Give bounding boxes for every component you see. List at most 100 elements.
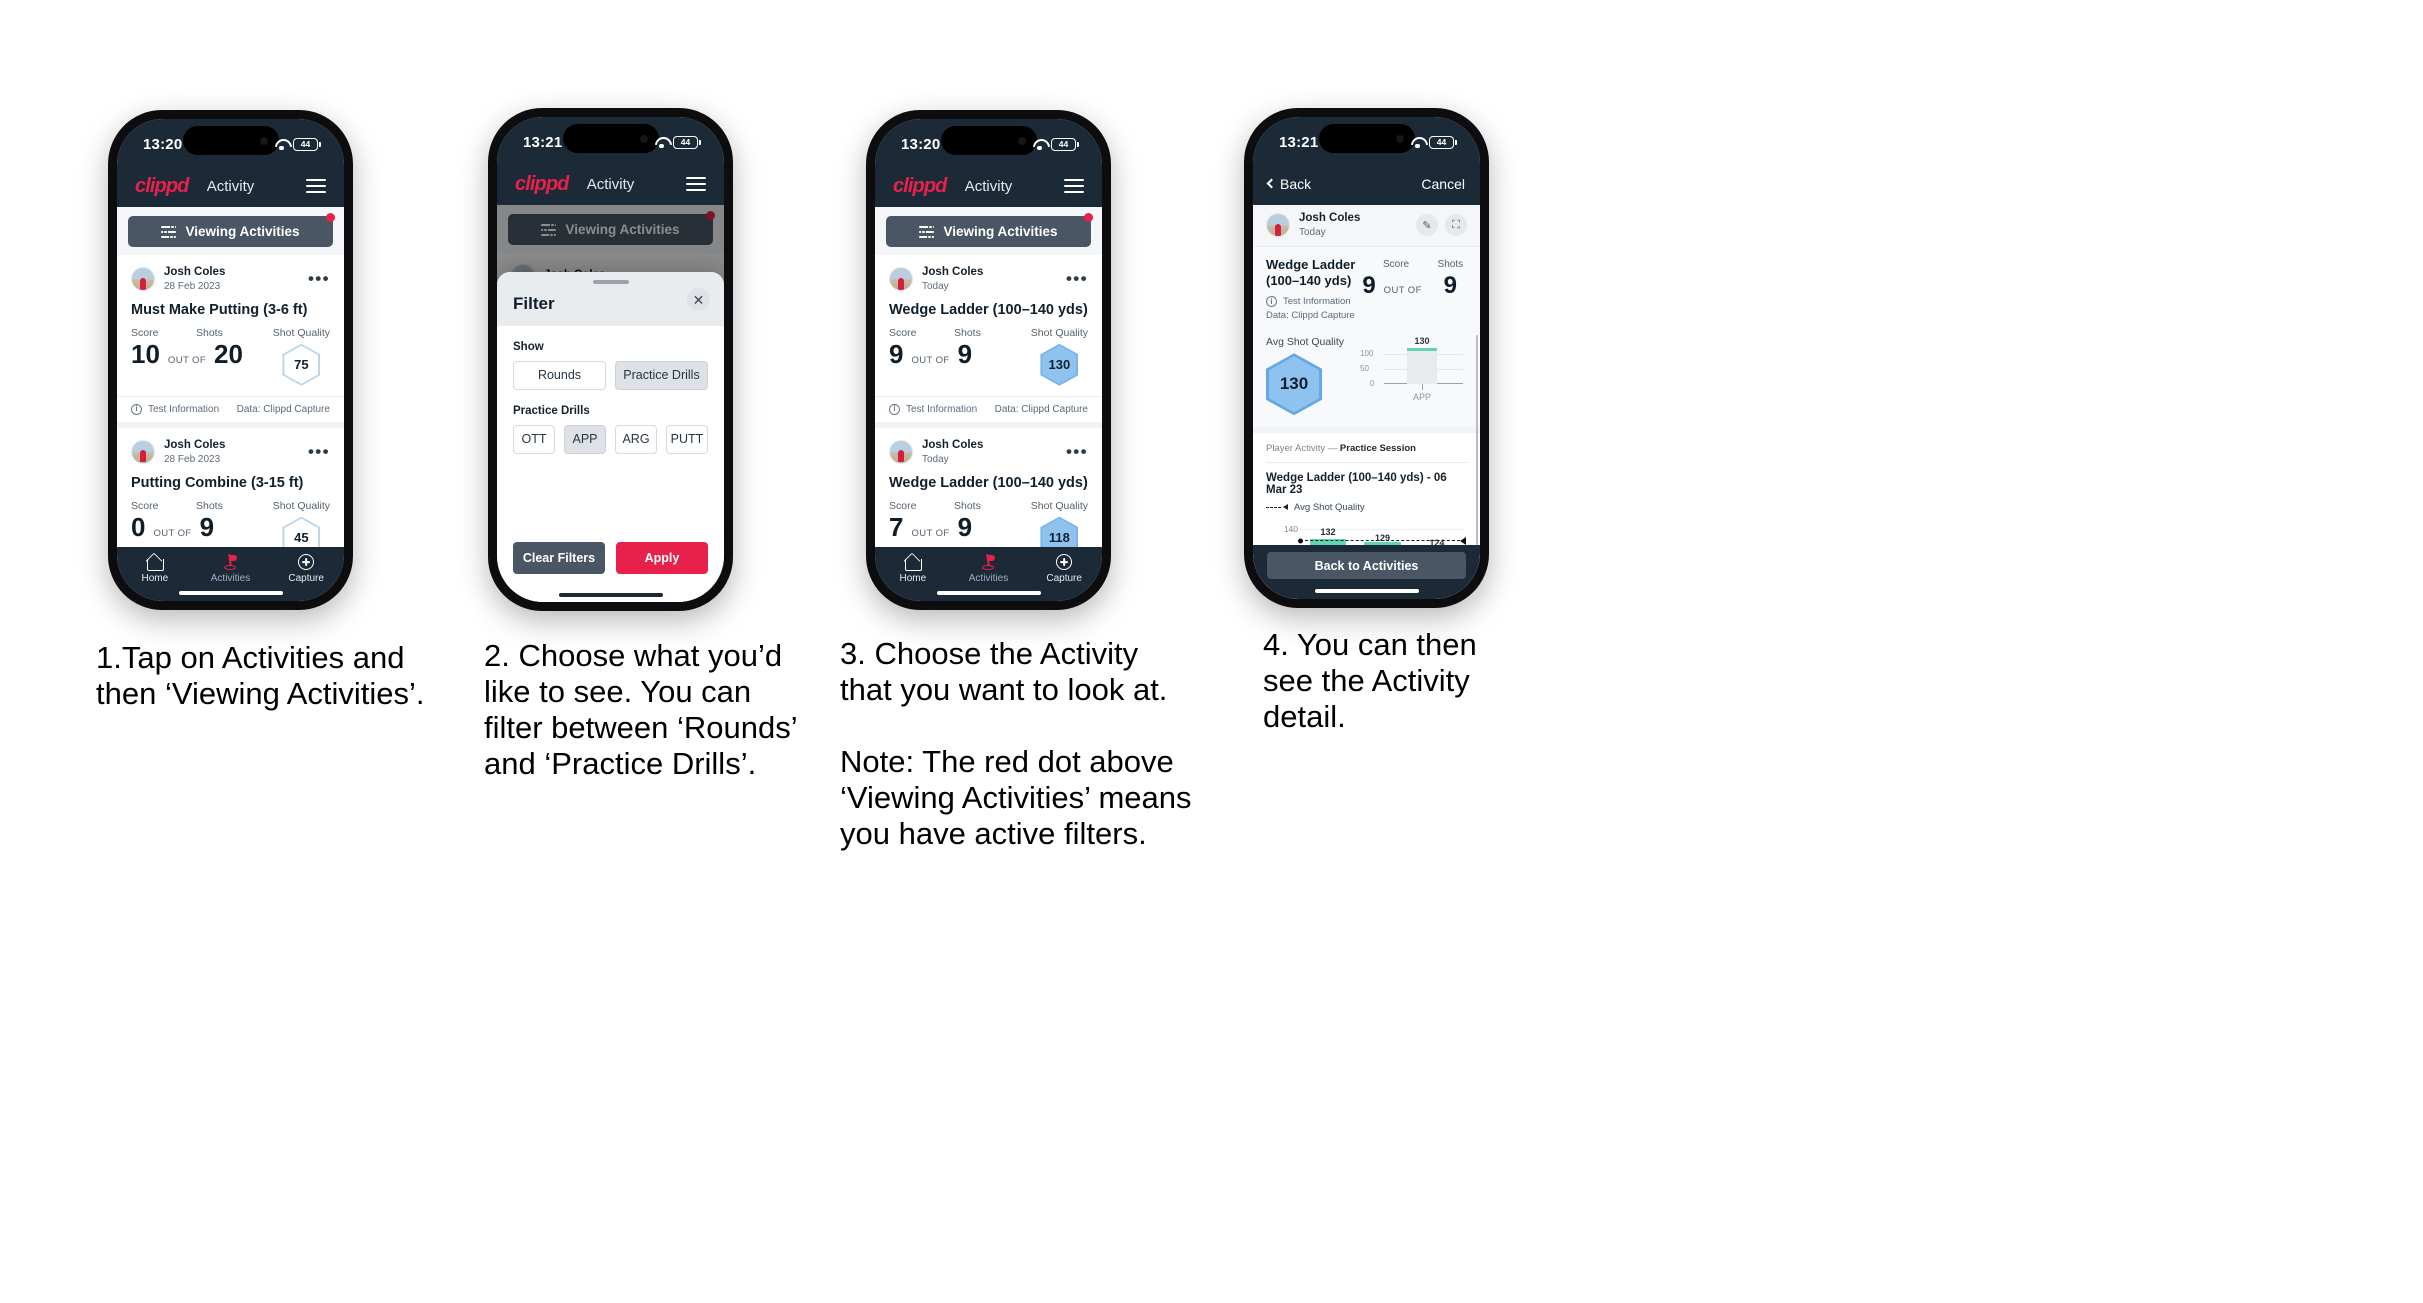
practice-drills-section-label: Practice Drills — [513, 404, 590, 417]
pencil-icon[interactable]: ✎ — [1416, 214, 1438, 237]
cancel-button[interactable]: Cancel — [1421, 176, 1465, 192]
activity-date: Today — [1299, 226, 1326, 238]
caption-step-4: 4. You can then see the Activity detail. — [1263, 627, 1477, 734]
tab-activities-label: Activities — [968, 573, 1009, 584]
back-to-activities-button[interactable]: Back to Activities — [1266, 552, 1467, 579]
status-time: 13:21 — [1279, 133, 1319, 151]
shot-quality-block: Shot Quality 118 — [1031, 500, 1088, 547]
avg-quality-mini-chart: 100 50 0 130 APP — [1360, 336, 1467, 402]
card-header: Josh Coles Today ••• — [875, 255, 1102, 295]
chart-legend: Avg Shot Quality — [1266, 502, 1467, 513]
score-row: 0 OUT OF 9 — [131, 514, 214, 540]
phone-screen: 13:20 44 clippd Activity Viewing Activit… — [117, 119, 344, 601]
shots-label: Shots — [954, 326, 981, 339]
card-stats: Score 0 OUT OF 9 Shots Shot Quality 45 — [117, 491, 344, 547]
filter-sliders-icon — [161, 224, 177, 239]
clippd-logo[interactable]: clippd — [515, 173, 569, 196]
clippd-logo[interactable]: clippd — [893, 175, 947, 198]
phone-screen: 13:21 44 clippd Activity Viewing Activit… — [497, 117, 724, 602]
activity-feed[interactable]: Josh Coles 28 Feb 2023 ••• Must Make Put… — [117, 255, 344, 547]
shots-block: Shots — [196, 327, 223, 341]
shots-label: Shots — [1437, 258, 1464, 270]
tab-home-label: Home — [141, 573, 169, 584]
bar-value-2: 129 — [1374, 533, 1391, 544]
tab-capture[interactable]: Capture — [269, 554, 344, 584]
activity-card[interactable]: Josh Coles Today ••• Wedge Ladder (100–1… — [875, 255, 1102, 428]
sheet-grabber-handle[interactable] — [592, 280, 629, 284]
activity-card[interactable]: Josh Coles 28 Feb 2023 ••• Putting Combi… — [117, 427, 344, 547]
test-information-label[interactable]: Test Information — [148, 404, 219, 415]
card-more-icon[interactable]: ••• — [1066, 443, 1088, 460]
filter-chip-arg[interactable]: ARG — [615, 424, 657, 454]
user-name: Josh Coles — [922, 266, 984, 278]
close-icon[interactable]: ✕ — [687, 288, 710, 311]
score-row: 9 OUT OF 9 — [889, 341, 972, 367]
detail-chart-title: Wedge Ladder (100–140 yds) - 06 Mar 23 — [1266, 472, 1447, 497]
dynamic-island — [562, 124, 659, 153]
scrollbar[interactable] — [1475, 334, 1478, 545]
clear-filters-button[interactable]: Clear Filters — [513, 542, 605, 574]
activity-date: Today — [922, 453, 949, 465]
phone-3-filtered-list: 13:20 44 clippd Activity Viewing Activit… — [866, 110, 1111, 610]
card-user-block: Josh Coles 28 Feb 2023 — [164, 439, 225, 466]
score-value: 9 — [889, 338, 904, 369]
battery-level: 44 — [1436, 136, 1447, 147]
battery-level: 44 — [680, 136, 691, 147]
chevron-left-icon — [1266, 178, 1277, 189]
battery-icon: 44 — [1429, 135, 1457, 149]
detail-actions: ✎ ⛶ — [1409, 214, 1467, 237]
bar-value-1: 132 — [1320, 527, 1336, 538]
viewing-activities-button[interactable]: Viewing Activities — [886, 216, 1091, 247]
filter-chip-putt[interactable]: PUTT — [666, 424, 708, 454]
caption-step-1: 1.Tap on Activities and then ‘Viewing Ac… — [96, 640, 425, 711]
player-activity-line: Player Activity — Practice Session — [1266, 443, 1467, 454]
card-more-icon[interactable]: ••• — [308, 443, 330, 460]
menu-icon[interactable] — [1064, 178, 1084, 194]
mini-x-label-app: APP — [1413, 392, 1432, 403]
menu-icon[interactable] — [686, 176, 706, 192]
filter-chip-app[interactable]: APP — [564, 424, 606, 454]
filter-sheet-footer: Clear Filters Apply — [497, 542, 724, 588]
tab-capture[interactable]: Capture — [1027, 554, 1102, 584]
activity-card[interactable]: Josh Coles Today ••• Wedge Ladder (100–1… — [875, 427, 1102, 547]
filter-chip-ott[interactable]: OTT — [513, 424, 555, 454]
detail-data-source: Data: Clippd Capture — [1266, 310, 1355, 322]
back-button[interactable]: Back — [1266, 176, 1312, 192]
card-more-icon[interactable]: ••• — [1066, 270, 1088, 287]
back-label: Back — [1280, 176, 1312, 192]
phone-1-activities-list: 13:20 44 clippd Activity Viewing Activit… — [108, 110, 353, 610]
filter-option-practice-drills[interactable]: Practice Drills — [615, 360, 708, 390]
tab-home[interactable]: Home — [117, 554, 192, 584]
tab-activities[interactable]: Activities — [951, 553, 1026, 584]
score-value: 7 — [889, 511, 904, 542]
detail-body[interactable]: Wedge Ladder (100–140 yds) i Test Inform… — [1253, 246, 1480, 599]
shot-quality-block: Shot Quality 130 — [1031, 327, 1088, 386]
activity-feed[interactable]: Josh Coles Today ••• Wedge Ladder (100–1… — [875, 255, 1102, 547]
menu-icon[interactable] — [306, 178, 326, 194]
test-information-label: Test Information — [1283, 296, 1351, 308]
avg-shot-quality-label: Avg Shot Quality — [1266, 336, 1345, 349]
apply-button[interactable]: Apply — [616, 542, 708, 574]
viewing-activities-button[interactable]: Viewing Activities — [128, 216, 333, 247]
shot-quality-value: 75 — [284, 345, 319, 384]
tab-home[interactable]: Home — [875, 554, 950, 584]
data-source-label: Data: Clippd Capture — [236, 403, 330, 415]
golf-flag-icon — [222, 553, 239, 570]
activity-card[interactable]: Josh Coles 28 Feb 2023 ••• Must Make Put… — [117, 255, 344, 428]
avatar — [131, 440, 155, 465]
shots-block: Shots — [196, 500, 223, 514]
score-value: 0 — [131, 511, 146, 542]
expand-icon[interactable]: ⛶ — [1445, 214, 1467, 237]
home-indicator-area — [497, 588, 724, 602]
wifi-icon — [655, 137, 668, 148]
clippd-logo[interactable]: clippd — [135, 175, 189, 198]
filter-option-rounds[interactable]: Rounds — [513, 360, 606, 390]
detail-summary-section: Wedge Ladder (100–140 yds) i Test Inform… — [1253, 246, 1480, 333]
battery-icon: 44 — [673, 135, 701, 149]
tab-activities[interactable]: Activities — [193, 553, 268, 584]
card-more-icon[interactable]: ••• — [308, 270, 330, 287]
test-information-label[interactable]: Test Information — [906, 404, 977, 415]
status-time: 13:20 — [143, 135, 183, 153]
data-source-label: Data: Clippd Capture — [994, 403, 1088, 415]
detail-test-info[interactable]: i Test Information — [1266, 296, 1358, 308]
